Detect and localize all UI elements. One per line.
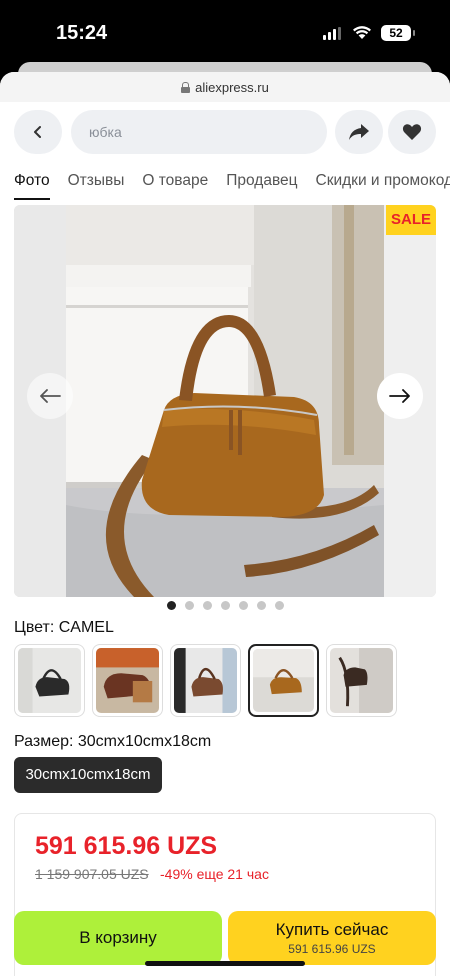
thumbnail-image [330,648,393,713]
arrow-right-icon [389,389,410,403]
battery-indicator: 52 [381,25,415,41]
color-option-brown[interactable] [92,644,163,717]
home-indicator[interactable] [145,961,305,966]
wifi-icon [353,26,371,39]
tab-about[interactable]: О товаре [142,172,208,200]
pagination-dot[interactable] [166,601,176,610]
color-option-coffee[interactable] [170,644,241,717]
buy-now-label: Купить сейчас [275,920,389,939]
status-bar: 15:24 52 [0,0,450,62]
gallery-pagination [0,601,450,610]
status-time: 15:24 [56,22,108,44]
color-option-grey[interactable] [326,644,397,717]
thumbnail-image [96,648,159,713]
thumbnail-image [174,648,237,713]
size-option-chip[interactable]: 30cmx10cmx18cm [14,757,162,793]
pagination-dot[interactable] [256,601,266,610]
browser-sheet: aliexpress.ru юбка Фото Отзывы О товаре … [0,72,450,976]
favorite-button[interactable] [388,110,436,154]
add-to-cart-button[interactable]: В корзину [14,911,222,965]
share-button[interactable] [335,110,383,154]
url-text: aliexpress.ru [195,79,269,95]
thumbnail-image [18,648,81,713]
share-arrow-icon [349,124,369,140]
lock-icon [181,81,191,93]
buy-now-price: 591 615.96 UZS [288,942,376,956]
size-label: Размер: 30cmx10cmx18cm [14,733,212,750]
url-bar[interactable]: aliexpress.ru [0,72,450,102]
color-label: Цвет: CAMEL [14,619,114,636]
tab-photo[interactable]: Фото [14,172,50,200]
discount-label: -49% еще 21 час [160,866,269,882]
old-price: 1 159 907.05 UZS [35,866,149,882]
pagination-dot[interactable] [274,601,284,610]
sale-badge: SALE [391,211,431,228]
heart-icon [402,124,422,140]
gallery-next-button[interactable] [377,373,423,419]
cellular-signal-icon [323,27,341,40]
back-button[interactable] [14,110,62,154]
chevron-left-icon [34,126,41,138]
add-to-cart-label: В корзину [79,928,157,947]
color-option-black[interactable] [14,644,85,717]
pagination-dot[interactable] [220,601,230,610]
pagination-dot[interactable] [202,601,212,610]
thumbnail-image [253,649,314,712]
product-image-gallery[interactable]: SALE [14,205,436,597]
gallery-prev-button[interactable] [27,373,73,419]
search-input[interactable]: юбка [71,110,327,154]
product-tabs: Фото Отзывы О товаре Продавец Скидки и п… [14,172,450,200]
pagination-dot[interactable] [184,601,194,610]
product-nav-row: юбка [0,110,450,156]
buy-now-button[interactable]: Купить сейчас 591 615.96 UZS [228,911,436,965]
color-options [14,644,397,717]
pagination-dot[interactable] [238,601,248,610]
phone-screen: 15:24 52 aliexpress.ru юбка Фото Отзывы … [0,0,450,976]
tab-seller[interactable]: Продавец [226,172,297,200]
tab-reviews[interactable]: Отзывы [68,172,125,200]
arrow-left-icon [40,389,61,403]
color-option-camel[interactable] [248,644,319,717]
product-photo: SALE [14,205,436,597]
tab-discounts[interactable]: Скидки и промокоды [316,172,450,200]
current-price: 591 615.96 UZS [35,832,218,860]
